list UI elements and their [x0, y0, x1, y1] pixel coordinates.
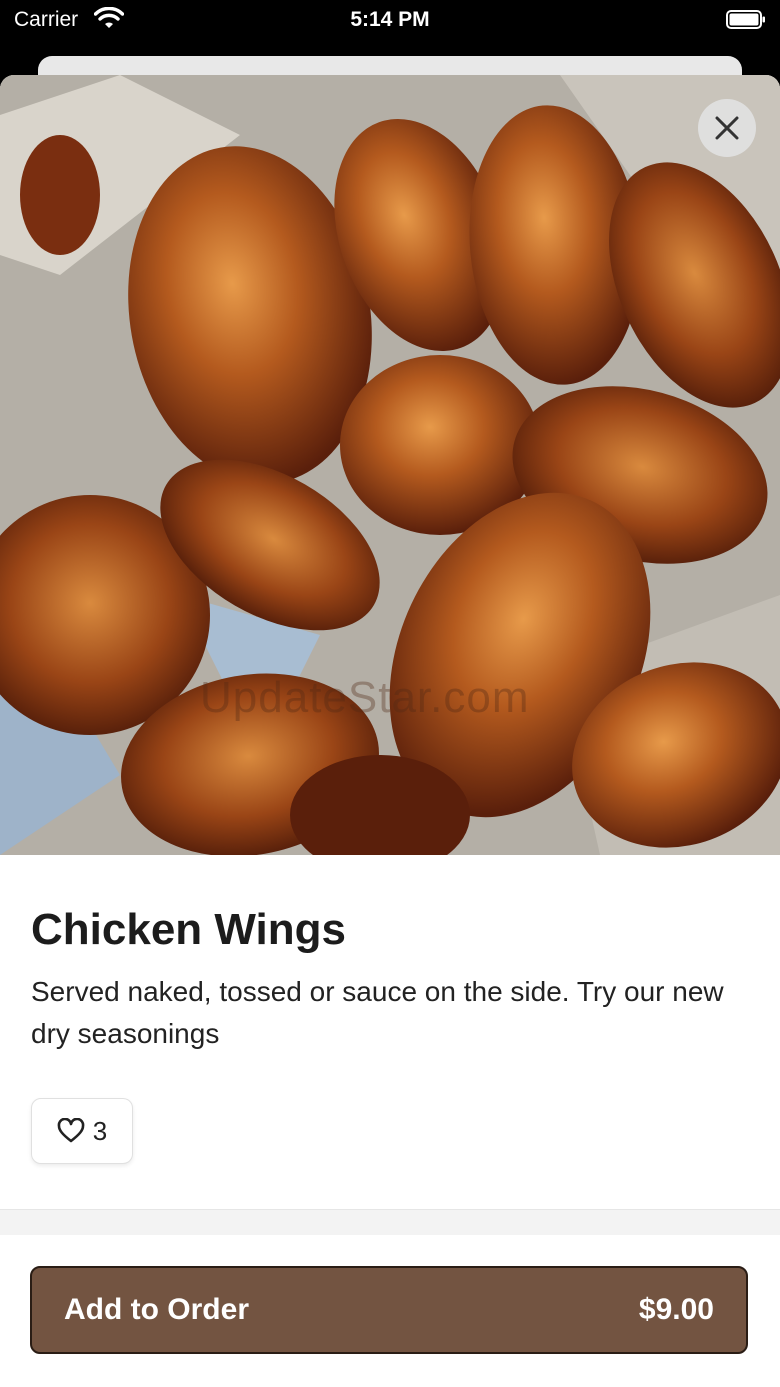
- chicken-wings-image: [0, 75, 780, 855]
- item-description: Served naked, tossed or sauce on the sid…: [31, 976, 724, 1049]
- status-bar: Carrier 5:14 PM: [0, 0, 780, 42]
- clock: 5:14 PM: [350, 8, 430, 31]
- close-button[interactable]: [698, 99, 756, 157]
- watermark-text: UpdateStar.com: [200, 673, 530, 722]
- battery-icon: [726, 10, 765, 29]
- item-detail-sheet: UpdateStar.com Chicken Wings Served nake…: [0, 75, 780, 1387]
- heart-outline-icon: [57, 1118, 85, 1143]
- like-count: 3: [92, 1115, 108, 1146]
- section-divider: [0, 1209, 780, 1236]
- item-title: Chicken Wings: [31, 905, 346, 954]
- close-icon: [715, 116, 739, 140]
- add-to-order-button[interactable]: Add to Order $9.00: [30, 1266, 748, 1354]
- item-photo: UpdateStar.com: [0, 75, 780, 855]
- price-label: $9.00: [638, 1293, 714, 1326]
- footer-bar: Add to Order $9.00: [0, 1235, 780, 1387]
- add-to-order-label: Add to Order: [64, 1293, 249, 1326]
- like-button[interactable]: 3: [31, 1098, 133, 1164]
